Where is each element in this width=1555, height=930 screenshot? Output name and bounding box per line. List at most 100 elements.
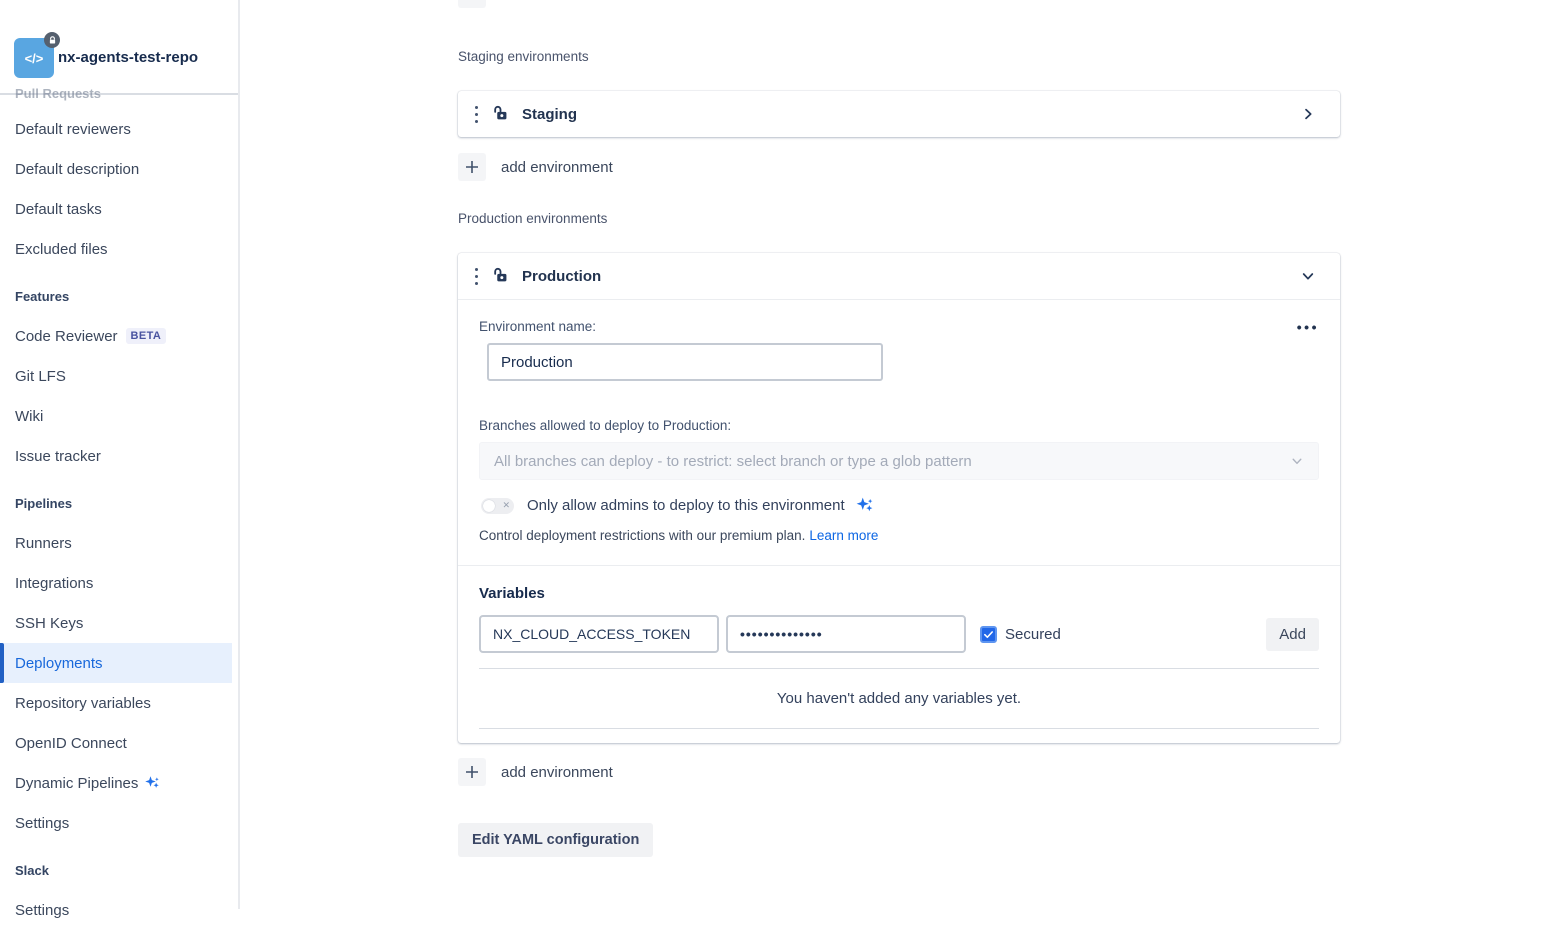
add-environment-button-production[interactable]: add environment — [458, 758, 613, 786]
plus-icon — [458, 153, 486, 181]
sidebar-item-default-reviewers[interactable]: Default reviewers — [0, 109, 232, 149]
learn-more-link[interactable]: Learn more — [809, 528, 878, 543]
chevron-down-icon — [1300, 268, 1316, 284]
branches-select[interactable]: All branches can deploy - to restrict: s… — [479, 442, 1319, 480]
sidebar-item-code-reviewer[interactable]: Code Reviewer BETA — [0, 316, 232, 356]
sidebar-section-pull-requests: Pull Requests — [15, 86, 101, 101]
sidebar-nav: Default reviewers Default description De… — [0, 109, 238, 930]
premium-plan-text: Control deployment restrictions with our… — [479, 528, 805, 543]
sidebar-item-label: Deployments — [15, 655, 103, 672]
check-icon — [983, 629, 994, 640]
sidebar-item-git-lfs[interactable]: Git LFS — [0, 356, 232, 396]
staging-environment-card: Staging — [458, 91, 1340, 137]
sidebar-item-dynamic-pipelines[interactable]: Dynamic Pipelines — [0, 763, 232, 803]
sidebar-item-label: Default reviewers — [15, 121, 131, 138]
sidebar-item-slack-settings[interactable]: Settings — [0, 890, 232, 930]
staging-environments-label: Staging environments — [458, 49, 1340, 64]
expand-staging-button[interactable] — [1296, 102, 1320, 126]
sidebar-item-openid-connect[interactable]: OpenID Connect — [0, 723, 232, 763]
sparkles-icon — [143, 774, 161, 792]
sidebar-item-issue-tracker[interactable]: Issue tracker — [0, 436, 232, 476]
variables-heading: Variables — [479, 585, 1319, 602]
sidebar-item-label: Excluded files — [15, 241, 108, 258]
add-environment-label: add environment — [501, 764, 613, 781]
repo-header: </> nx-agents-test-repo Pull Requests — [0, 0, 238, 95]
sparkles-icon — [854, 495, 875, 516]
chevron-right-icon — [1300, 106, 1316, 122]
branches-select-placeholder: All branches can deploy - to restrict: s… — [494, 453, 972, 470]
toggle-off-x-icon: ✕ — [502, 501, 510, 510]
chevron-down-icon — [1290, 454, 1304, 468]
staging-card-title: Staging — [522, 106, 577, 123]
sidebar-item-repository-variables[interactable]: Repository variables — [0, 683, 232, 723]
admins-only-toggle-label: Only allow admins to deploy to this envi… — [527, 497, 845, 514]
sidebar-item-label: Git LFS — [15, 368, 66, 385]
sidebar-item-label: Code Reviewer — [15, 328, 118, 345]
ellipsis-icon: ••• — [1297, 319, 1319, 335]
sidebar-item-runners[interactable]: Runners — [0, 523, 232, 563]
repo-avatar[interactable]: </> — [14, 38, 54, 78]
variable-name-input[interactable] — [479, 615, 719, 653]
collapse-production-button[interactable] — [1296, 264, 1320, 288]
secured-checkbox-wrap[interactable]: Secured — [980, 626, 1061, 643]
production-card-title: Production — [522, 268, 601, 285]
add-environment-button-staging[interactable]: add environment — [458, 153, 613, 181]
variables-divider — [479, 668, 1319, 669]
sidebar-item-label: Dynamic Pipelines — [15, 775, 138, 792]
environment-name-input[interactable] — [487, 343, 883, 381]
sidebar-item-default-description[interactable]: Default description — [0, 149, 232, 189]
settings-sidebar: </> nx-agents-test-repo Pull Requests De… — [0, 0, 240, 909]
add-variable-button[interactable]: Add — [1266, 618, 1319, 651]
sidebar-item-label: Wiki — [15, 408, 43, 425]
sidebar-section-pipelines: Pipelines — [0, 483, 238, 523]
sidebar-item-label: Settings — [15, 902, 69, 919]
sidebar-item-default-tasks[interactable]: Default tasks — [0, 189, 232, 229]
production-card-header[interactable]: Production — [458, 253, 1340, 299]
sidebar-item-deployments[interactable]: Deployments — [0, 643, 232, 683]
add-environment-label: add environment — [501, 159, 613, 176]
sidebar-item-wiki[interactable]: Wiki — [0, 396, 232, 436]
sidebar-item-ssh-keys[interactable]: SSH Keys — [0, 603, 232, 643]
private-lock-badge-icon — [44, 32, 60, 48]
staging-card-header[interactable]: Staging — [458, 91, 1340, 137]
sidebar-item-label: Default tasks — [15, 201, 102, 218]
sidebar-section-features: Features — [0, 276, 238, 316]
sidebar-item-label: Default description — [15, 161, 139, 178]
code-icon: </> — [25, 51, 44, 66]
production-card-body: Environment name: ••• Branches allowed t… — [458, 299, 1340, 565]
drag-handle-icon[interactable] — [468, 268, 485, 285]
edit-yaml-configuration-button[interactable]: Edit YAML configuration — [458, 823, 653, 857]
unlock-icon — [491, 266, 511, 286]
sidebar-item-integrations[interactable]: Integrations — [0, 563, 232, 603]
plus-icon — [458, 758, 486, 786]
environment-menu-button[interactable]: ••• — [1297, 320, 1319, 334]
sidebar-section-slack: Slack — [0, 850, 238, 890]
sidebar-item-excluded-files[interactable]: Excluded files — [0, 229, 232, 269]
environment-name-label: Environment name: — [479, 319, 596, 334]
production-environments-label: Production environments — [458, 211, 1340, 226]
repo-name: nx-agents-test-repo — [58, 38, 224, 78]
sidebar-item-label: Runners — [15, 535, 72, 552]
drag-handle-icon[interactable] — [468, 106, 485, 123]
add-environment-button-top[interactable]: add environment — [458, 0, 613, 8]
sidebar-item-label: Repository variables — [15, 695, 151, 712]
sidebar-item-label: SSH Keys — [15, 615, 83, 632]
sidebar-item-label: OpenID Connect — [15, 735, 127, 752]
add-environment-label: add environment — [501, 0, 613, 3]
variable-value-input[interactable] — [726, 615, 966, 653]
unlock-icon — [491, 104, 511, 124]
variables-divider — [479, 728, 1319, 729]
secured-label: Secured — [1005, 626, 1061, 643]
sidebar-item-label: Issue tracker — [15, 448, 101, 465]
secured-checkbox[interactable] — [980, 626, 997, 643]
branches-allowed-label: Branches allowed to deploy to Production… — [479, 418, 1319, 433]
variables-empty-text: You haven't added any variables yet. — [479, 690, 1319, 707]
sidebar-item-label: Integrations — [15, 575, 93, 592]
deployments-main: add environment Staging environments Sta… — [240, 0, 1555, 909]
production-environment-card: Production Environment name: ••• Branche… — [458, 253, 1340, 743]
plus-icon — [458, 0, 486, 8]
beta-badge: BETA — [126, 328, 167, 344]
admins-only-toggle[interactable]: ✕ — [481, 498, 514, 514]
sidebar-item-pipelines-settings[interactable]: Settings — [0, 803, 232, 843]
sidebar-item-label: Settings — [15, 815, 69, 832]
